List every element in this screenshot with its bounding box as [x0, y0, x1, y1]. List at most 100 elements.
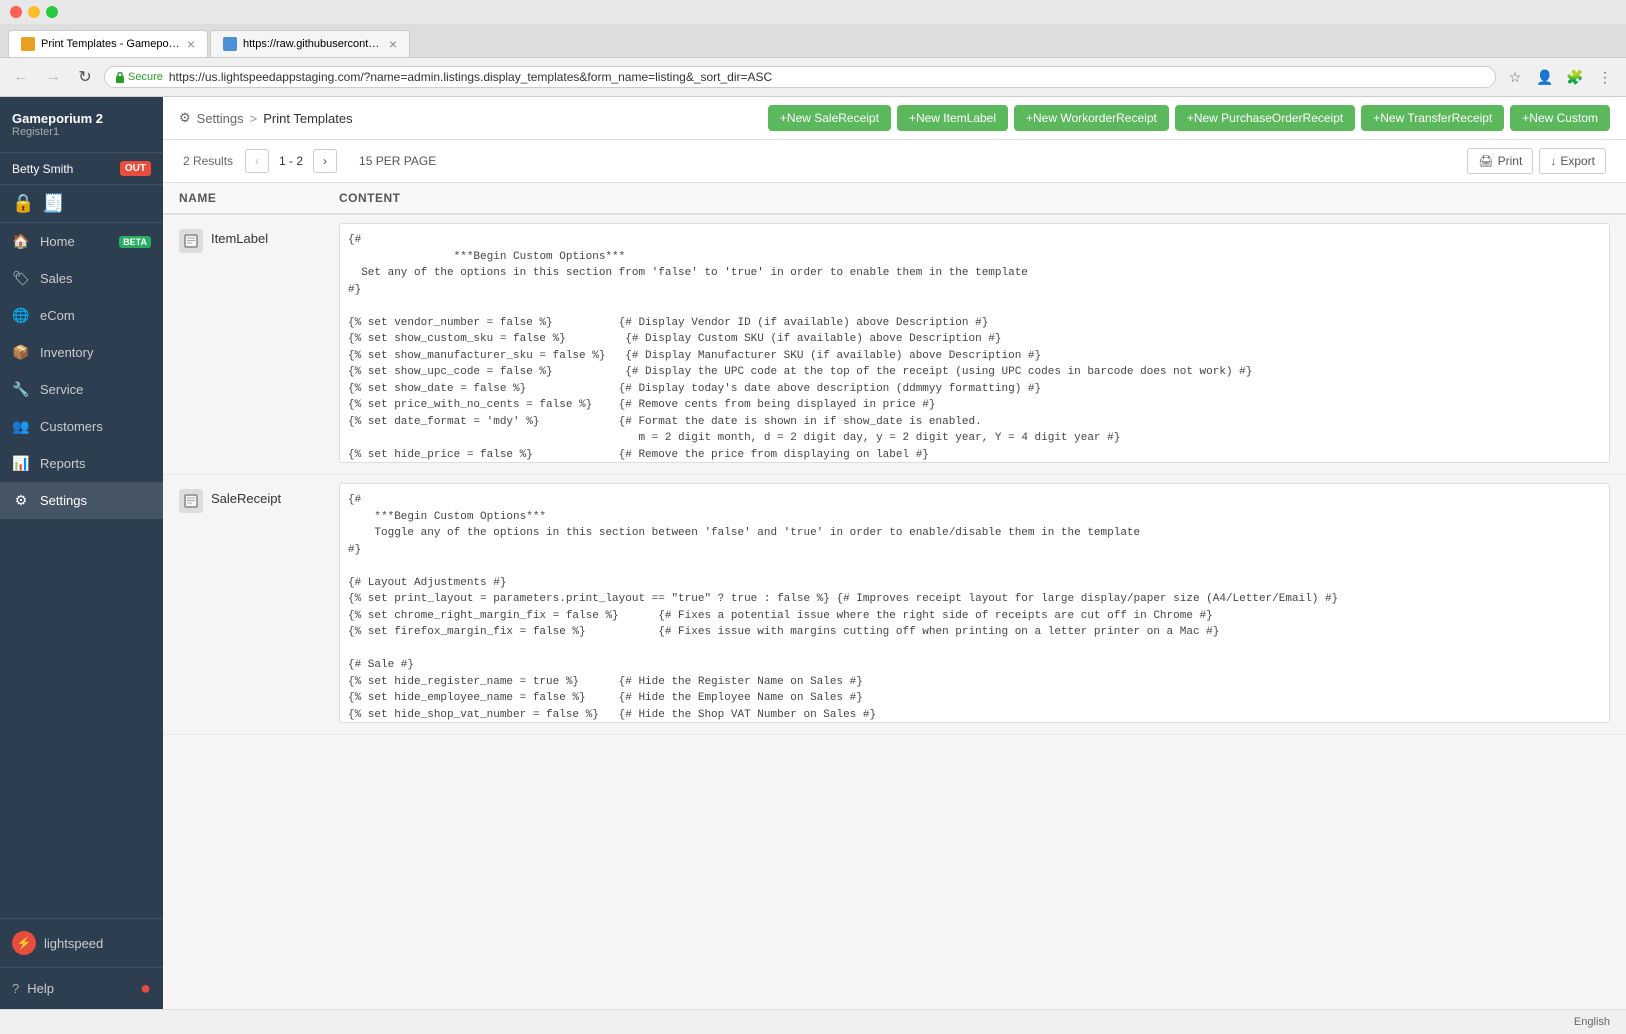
question-icon: ? [12, 981, 19, 996]
window-minimize-button[interactable] [28, 6, 40, 18]
tab-2[interactable]: https://raw.githubusercontent... × [210, 30, 410, 57]
bookmark-button[interactable]: ☆ [1502, 64, 1528, 90]
settings-gear-icon: ⚙ [179, 110, 191, 126]
notification-icon: ● [140, 978, 151, 999]
top-section: ⚙ Settings > Print Templates +New SaleRe… [163, 97, 1626, 140]
template-icon-1 [179, 229, 203, 253]
new-transfer-receipt-button[interactable]: +New TransferReceipt [1361, 105, 1504, 131]
sidebar: Gameporium 2 Register1 Betty Smith OUT 🔒… [0, 97, 163, 1009]
table-actions: 🖨 Print ↓ Export [1467, 148, 1606, 174]
lock-button[interactable]: 🔒 [12, 193, 34, 214]
results-count: 2 Results [183, 154, 233, 168]
pagination-next-button[interactable]: › [313, 149, 337, 173]
per-page-selector[interactable]: 15 PER PAGE [349, 154, 446, 168]
new-custom-button[interactable]: +New Custom [1510, 105, 1610, 131]
app-container: Gameporium 2 Register1 Betty Smith OUT 🔒… [0, 97, 1626, 1009]
breadcrumb-settings[interactable]: Settings [197, 111, 244, 126]
template-content-cell-1 [323, 214, 1626, 475]
pagination-prev-button[interactable]: ‹ [245, 149, 269, 173]
language-selector[interactable]: English [1574, 1016, 1610, 1028]
table-body: ItemLabel Sa [163, 214, 1626, 735]
new-workorder-receipt-button[interactable]: +New WorkorderReceipt [1014, 105, 1169, 131]
template-content-textarea-1[interactable] [339, 223, 1610, 463]
sidebar-item-label-service: Service [40, 382, 151, 397]
tab-close-2[interactable]: × [389, 36, 397, 52]
sidebar-item-home[interactable]: 🏠 Home BETA [0, 223, 163, 260]
template-name-wrapper-1: ItemLabel [179, 223, 307, 253]
nav-bar: ← → ↻ Secure https://us.lightspeedappsta… [0, 57, 1626, 96]
sidebar-item-ecom[interactable]: 🌐 eCom [0, 297, 163, 334]
template-name-cell-2: SaleReceipt [163, 475, 323, 735]
export-button[interactable]: ↓ Export [1539, 148, 1606, 174]
browser-chrome: Print Templates - Gameporium × https://r… [0, 24, 1626, 97]
footer: English [0, 1009, 1626, 1034]
new-purchase-order-receipt-button[interactable]: +New PurchaseOrderReceipt [1175, 105, 1355, 131]
sidebar-item-service[interactable]: 🔧 Service [0, 371, 163, 408]
table-row: ItemLabel [163, 214, 1626, 475]
menu-button[interactable]: ⋮ [1592, 64, 1618, 90]
sidebar-item-label-reports: Reports [40, 456, 151, 471]
template-content-textarea-2[interactable] [339, 483, 1610, 723]
window-controls [0, 0, 1626, 24]
template-content-cell-2 [323, 475, 1626, 735]
sidebar-item-label-settings: Settings [40, 493, 151, 508]
profile-button[interactable]: 👤 [1532, 64, 1558, 90]
help-label: Help [27, 981, 54, 996]
new-sale-receipt-button[interactable]: +New SaleReceipt [768, 105, 891, 131]
action-buttons: +New SaleReceipt +New ItemLabel +New Wor… [768, 105, 1610, 131]
breadcrumb-current: Print Templates [263, 111, 352, 126]
sidebar-item-inventory[interactable]: 📦 Inventory [0, 334, 163, 371]
templates-table: NAME CONTENT ItemLabel [163, 183, 1626, 735]
receipt-button[interactable]: 🧾 [42, 193, 64, 214]
sidebar-item-settings[interactable]: ⚙ Settings [0, 482, 163, 519]
export-icon: ↓ [1550, 154, 1556, 168]
tab-favicon-2 [223, 37, 237, 51]
tab-1[interactable]: Print Templates - Gameporium × [8, 30, 208, 57]
window-maximize-button[interactable] [46, 6, 58, 18]
secure-badge: Secure [115, 71, 163, 83]
reload-button[interactable]: ↻ [72, 64, 98, 90]
sidebar-header: Gameporium 2 Register1 [0, 97, 163, 153]
address-bar[interactable]: Secure https://us.lightspeedappstaging.c… [104, 66, 1496, 88]
extensions-button[interactable]: 🧩 [1562, 64, 1588, 90]
sidebar-item-reports[interactable]: 📊 Reports [0, 445, 163, 482]
company-name: Gameporium 2 [12, 111, 151, 126]
url-text: https://us.lightspeedappstaging.com/?nam… [169, 70, 1485, 84]
table-header: NAME CONTENT [163, 183, 1626, 214]
beta-badge: BETA [119, 236, 151, 248]
sidebar-quick-actions: 🔒 🧾 [0, 185, 163, 223]
template-name-text-1: ItemLabel [211, 227, 268, 246]
sidebar-item-sales[interactable]: 🏷 Sales [0, 260, 163, 297]
template-name-cell-1: ItemLabel [163, 214, 323, 475]
back-button[interactable]: ← [8, 64, 34, 90]
user-bar: Betty Smith OUT [0, 153, 163, 185]
main-content: ⚙ Settings > Print Templates +New SaleRe… [163, 97, 1626, 1009]
forward-button[interactable]: → [40, 64, 66, 90]
print-button[interactable]: 🖨 Print [1467, 148, 1533, 174]
tab-close-1[interactable]: × [187, 36, 195, 52]
sidebar-footer: ⚡ lightspeed [0, 918, 163, 967]
sidebar-item-label-home: Home [40, 234, 109, 249]
export-label: Export [1560, 154, 1595, 168]
lightspeed-logo-text: lightspeed [44, 936, 103, 951]
breadcrumb: ⚙ Settings > Print Templates [179, 110, 353, 126]
col-name-header: NAME [163, 183, 323, 214]
ecom-icon: 🌐 [12, 307, 30, 324]
tab-bar: Print Templates - Gameporium × https://r… [0, 24, 1626, 57]
reports-icon: 📊 [12, 455, 30, 472]
print-icon: 🖨 [1478, 154, 1493, 168]
nav-actions: ☆ 👤 🧩 ⋮ [1502, 64, 1618, 90]
customers-icon: 👥 [12, 418, 30, 435]
new-item-label-button[interactable]: +New ItemLabel [897, 105, 1008, 131]
window-close-button[interactable] [10, 6, 22, 18]
tab-favicon-1 [21, 37, 35, 51]
out-badge: OUT [120, 161, 151, 176]
sidebar-item-label-customers: Customers [40, 419, 151, 434]
tab-title-1: Print Templates - Gameporium [41, 38, 181, 50]
table-controls-left: 2 Results ‹ 1 - 2 › 15 PER PAGE [183, 149, 446, 173]
template-name-text-2: SaleReceipt [211, 487, 281, 506]
service-icon: 🔧 [12, 381, 30, 398]
inventory-icon: 📦 [12, 344, 30, 361]
sidebar-item-customers[interactable]: 👥 Customers [0, 408, 163, 445]
sales-icon: 🏷 [12, 270, 30, 287]
